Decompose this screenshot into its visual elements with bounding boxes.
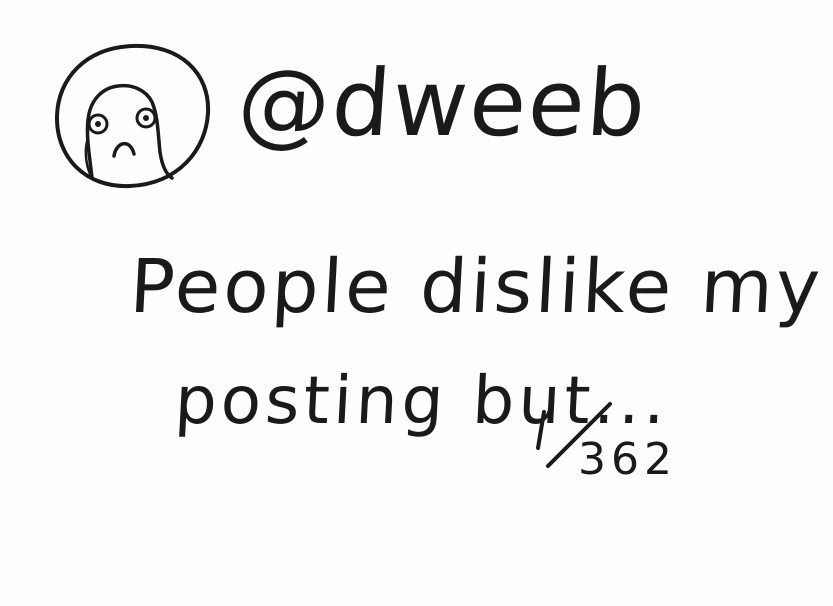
username-handle[interactable]: @dweeb (234, 50, 651, 157)
sad-face-icon (54, 43, 211, 189)
thread-total: 362 (578, 434, 677, 485)
drawing-canvas: @dweeb People dislike my posting but... … (0, 0, 833, 606)
avatar[interactable] (50, 38, 215, 193)
post-text-line-1: People dislike my (127, 244, 825, 330)
thread-counter: 362 (530, 400, 680, 490)
